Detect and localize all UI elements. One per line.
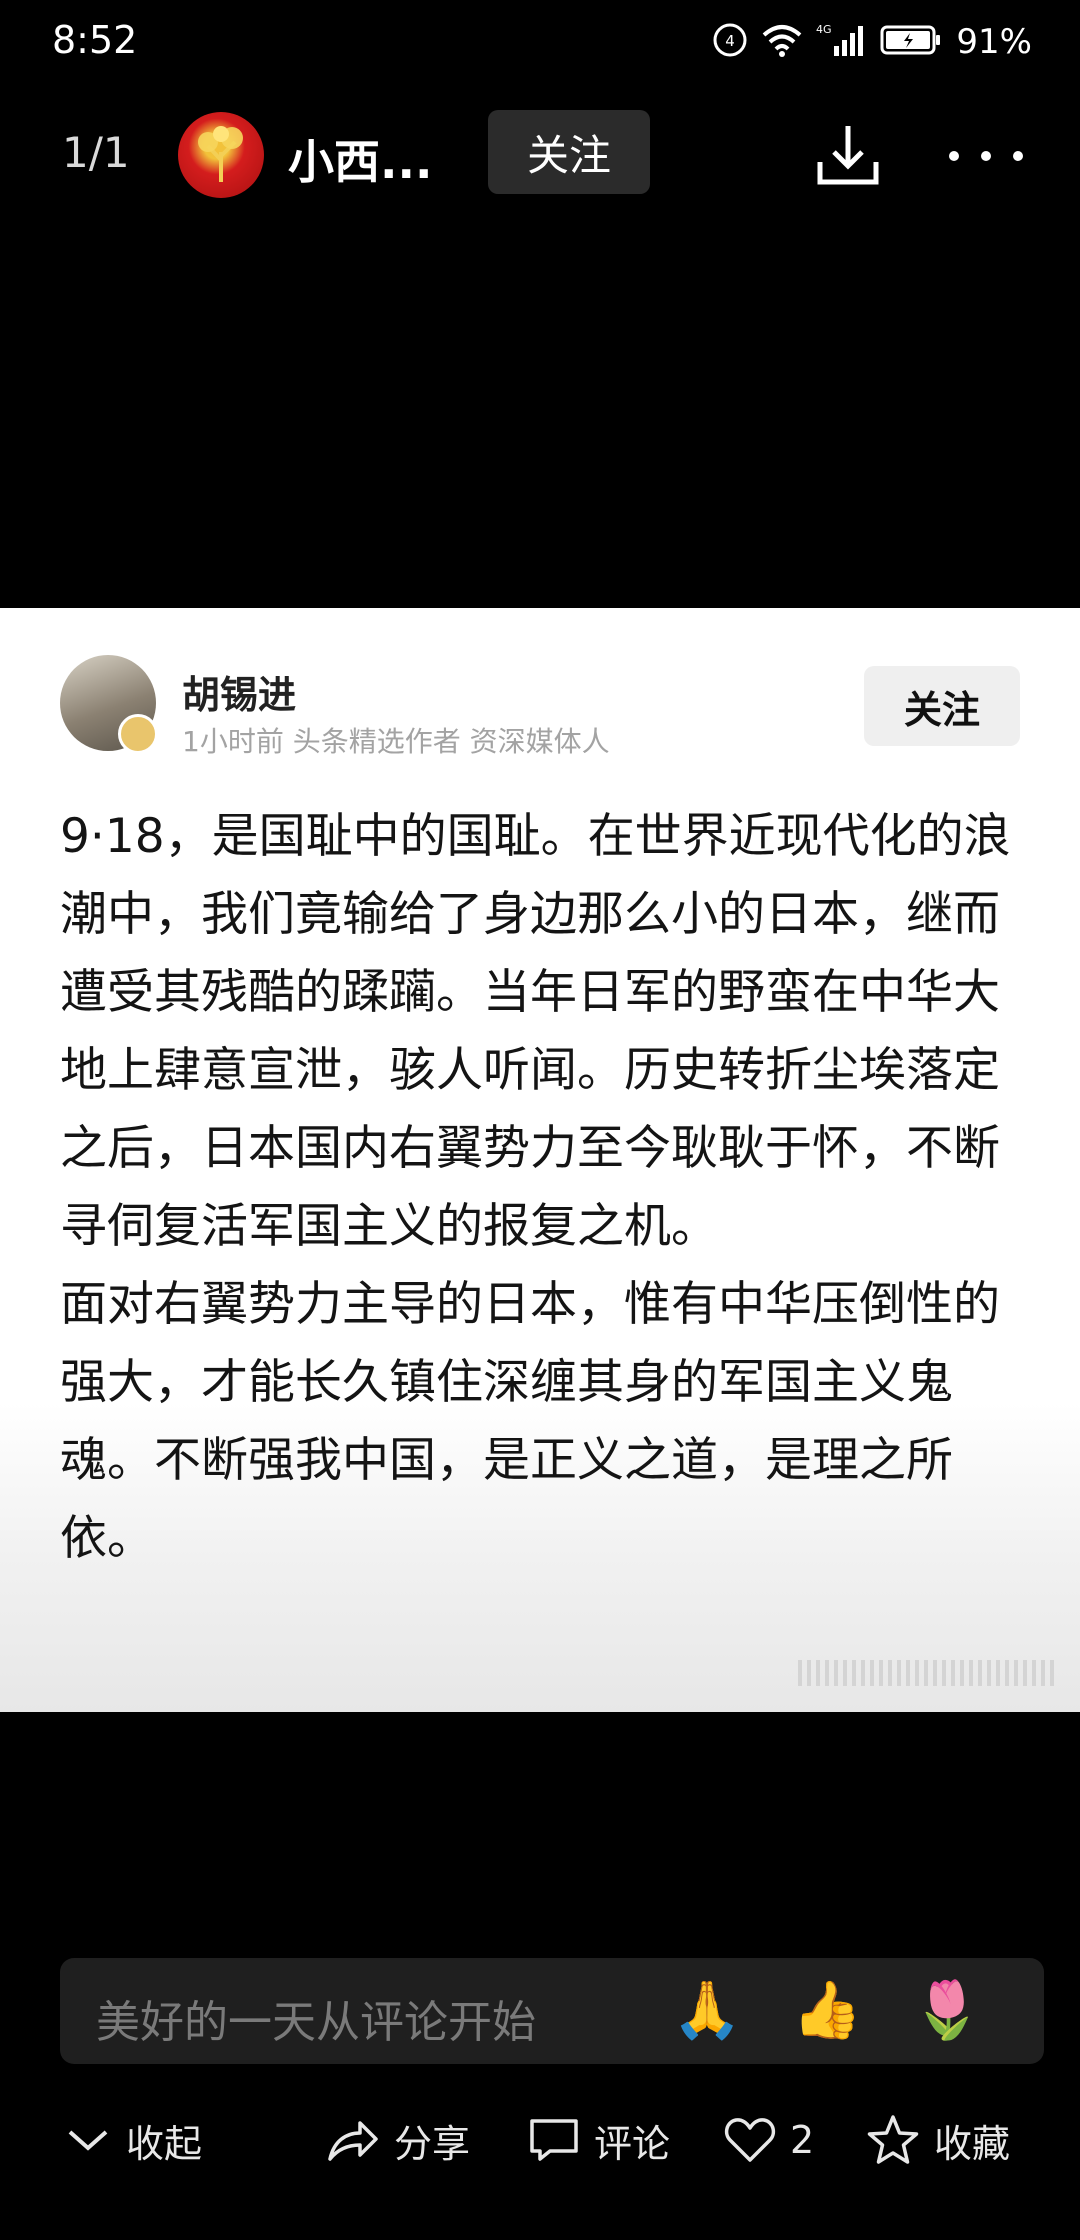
heart-icon (724, 2118, 776, 2162)
comment-label: 评论 (594, 2121, 671, 2166)
card-paragraph: 9·18，是国耻中的国耻。在世界近现代化的浪潮中，我们竟输给了身边那么小的日本，… (60, 809, 1011, 1254)
share-label: 分享 (394, 2121, 471, 2166)
battery-percent: 91% (956, 22, 1032, 62)
like-button[interactable]: 2 (724, 2112, 814, 2168)
bottom-action-bar: 收起 分享 评论 2 收藏 (0, 2100, 1080, 2180)
favorite-label: 收藏 (934, 2121, 1011, 2166)
network-label: 4G (816, 23, 832, 36)
comment-button[interactable]: 评论 (528, 2112, 670, 2168)
comment-input[interactable]: 美好的一天从评论开始 🙏 👍 🌷 (60, 1958, 1044, 2064)
page-counter: 1/1 (62, 128, 130, 177)
card-body-text: 9·18，是国耻中的国耻。在世界近现代化的浪潮中，我们竟输给了身边那么小的日本，… (60, 798, 1020, 1578)
author-name[interactable]: 小西... (288, 126, 432, 192)
svg-text:4: 4 (726, 32, 736, 50)
chevron-down-icon (68, 2130, 108, 2151)
thumbs-up-emoji-icon[interactable]: 👍 (792, 1978, 862, 2044)
status-bar: 8:52 4 4G 91% (0, 0, 1080, 86)
more-icon[interactable] (936, 112, 1036, 196)
verified-badge-icon (118, 714, 158, 754)
flower-emoji-icon[interactable]: 🌷 (912, 1978, 982, 2044)
comment-icon (530, 2119, 578, 2161)
hd-call-icon: 4 (712, 22, 748, 62)
comment-placeholder: 美好的一天从评论开始 (96, 1997, 536, 2048)
collapse-button[interactable]: 收起 (64, 2112, 202, 2168)
card-author-meta: 1小时前 头条精选作者 资深媒体人 (182, 725, 610, 758)
follow-button[interactable]: 关注 (488, 110, 650, 194)
card-follow-button: 关注 (864, 666, 1020, 746)
download-icon[interactable] (812, 112, 884, 196)
share-button[interactable]: 分享 (326, 2112, 470, 2168)
top-bar: 1/1 小西... 关注 (0, 108, 1080, 200)
watermark (798, 1660, 1058, 1686)
share-icon (328, 2121, 378, 2161)
pray-emoji-icon[interactable]: 🙏 (672, 1978, 742, 2044)
status-time: 8:52 (52, 18, 138, 62)
wifi-icon (762, 23, 802, 61)
author-avatar[interactable] (178, 112, 264, 198)
status-icons: 4 4G 91% (712, 20, 1032, 64)
post-card-image[interactable]: 胡锡进 1小时前 头条精选作者 资深媒体人 关注 9·18，是国耻中的国耻。在世… (0, 608, 1080, 1712)
like-count: 2 (790, 2118, 815, 2162)
favorite-button[interactable]: 收藏 (866, 2112, 1010, 2168)
card-paragraph: 面对右翼势力主导的日本，惟有中华压倒性的强大，才能长久镇住深缠其身的军国主义鬼魂… (60, 1277, 1000, 1566)
battery-icon (880, 23, 942, 61)
signal-icon: 4G (816, 22, 866, 62)
collapse-label: 收起 (126, 2121, 203, 2166)
card-author-name: 胡锡进 (182, 673, 297, 717)
star-icon (867, 2115, 919, 2164)
